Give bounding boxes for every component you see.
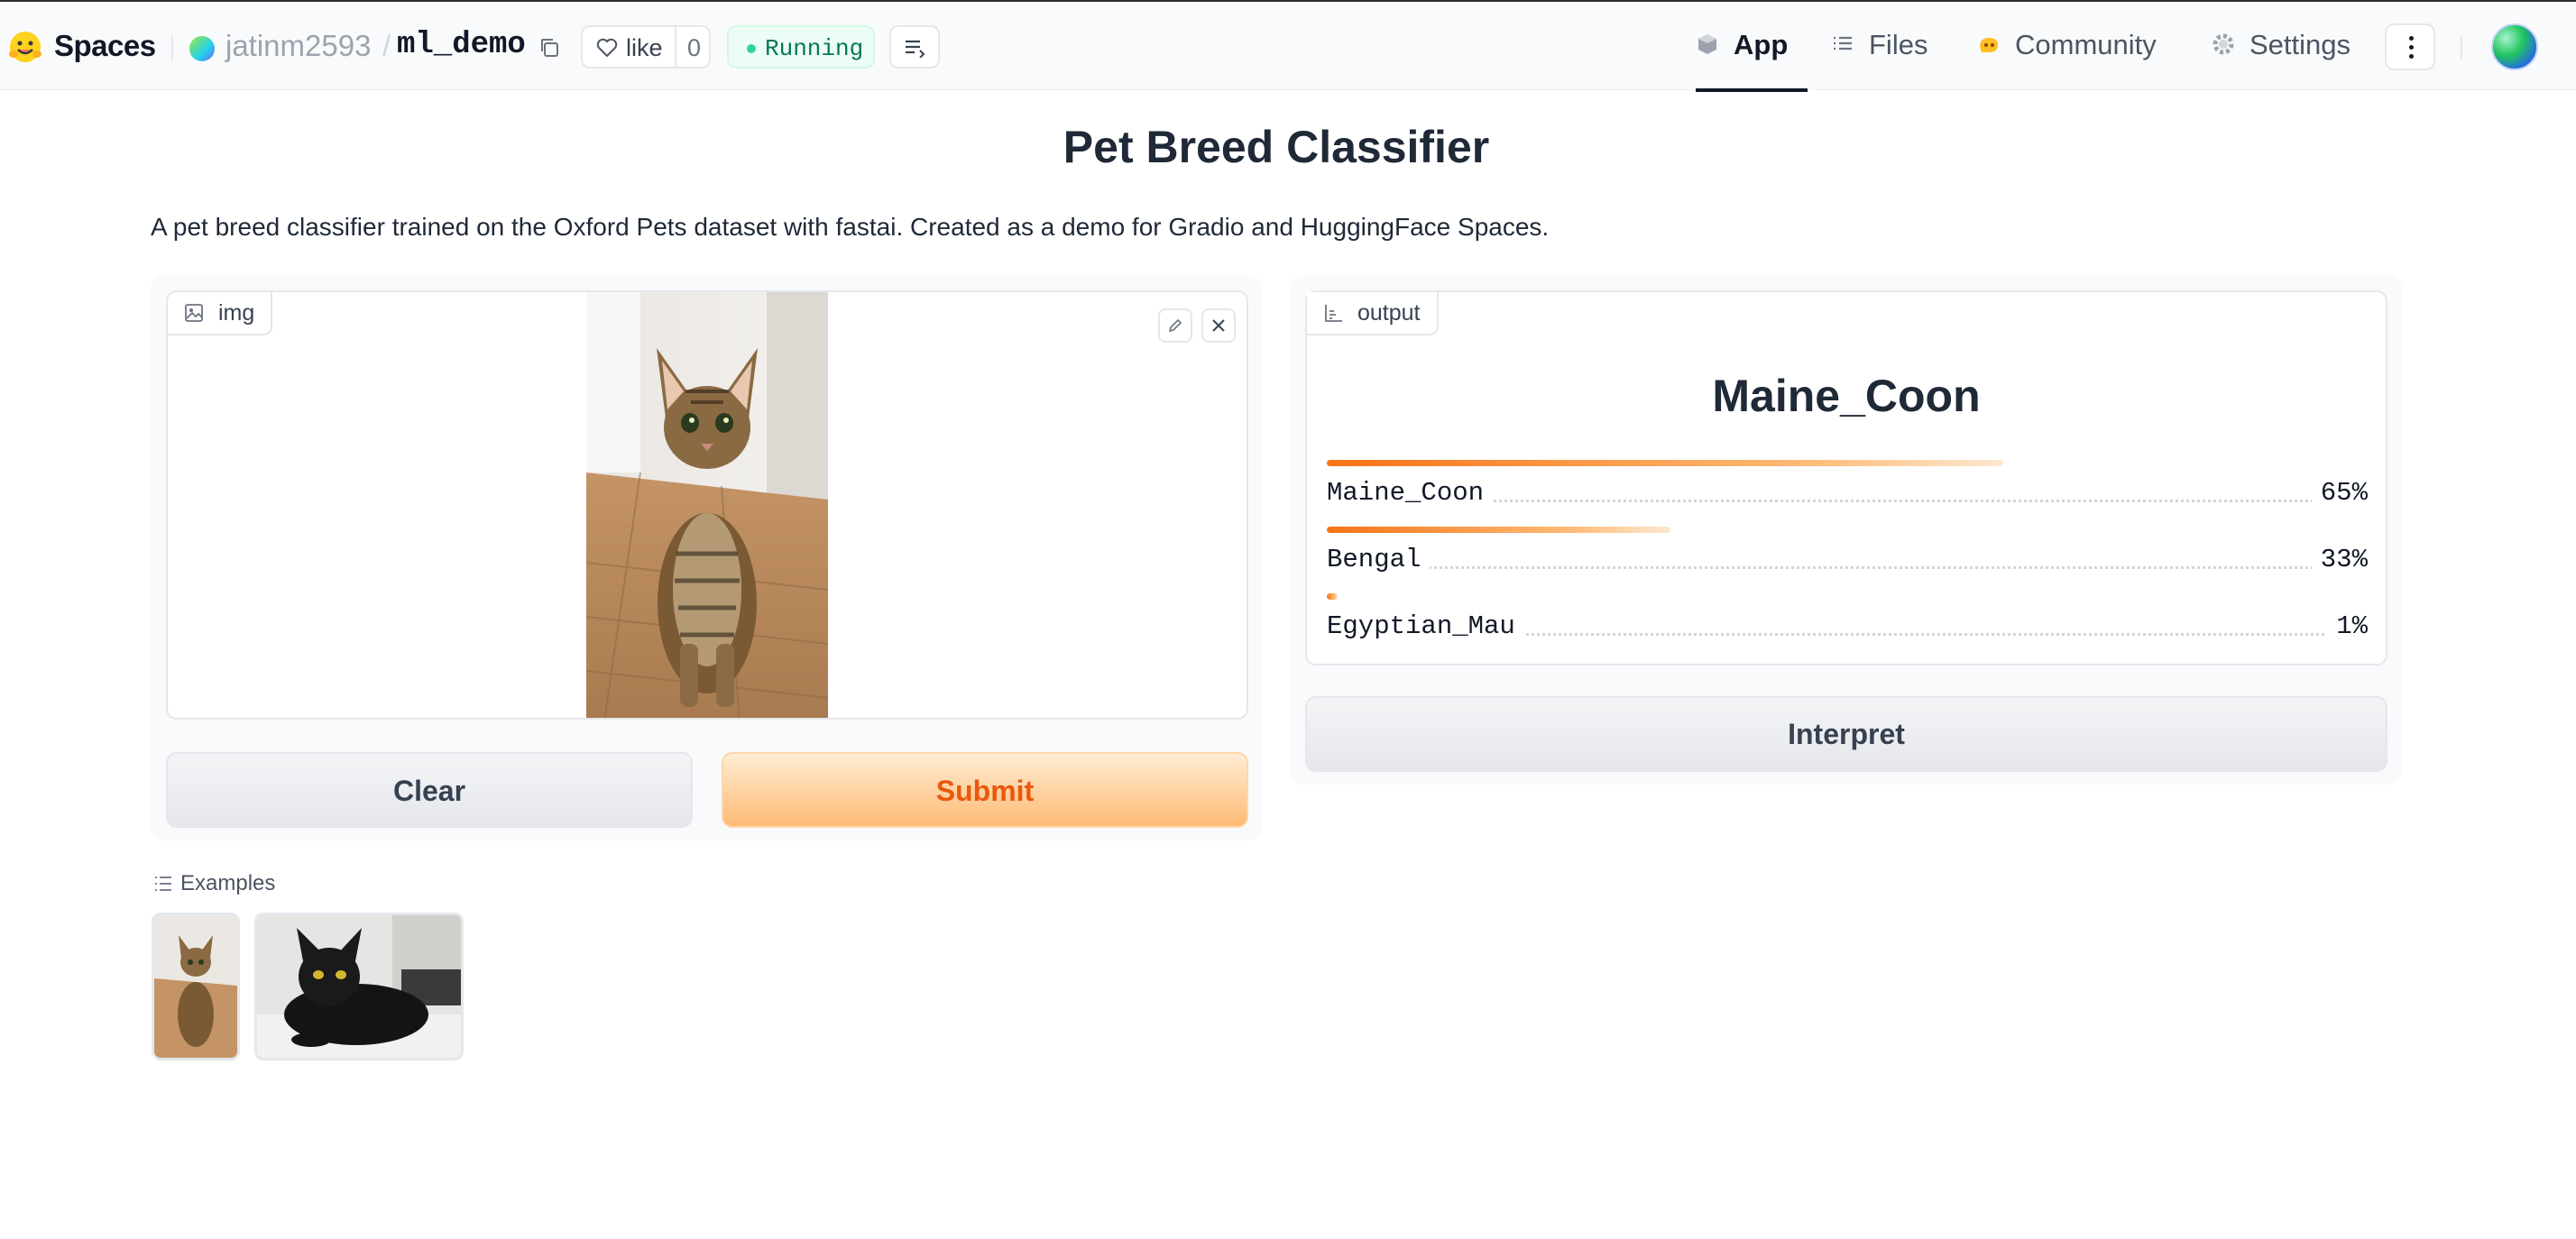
tab-files[interactable]: Files [1831, 22, 1948, 92]
class-name: Maine_Coon [1327, 478, 1494, 508]
status-text: Running [765, 35, 864, 62]
class-percent: 65% [2311, 478, 2368, 508]
image-icon [185, 304, 203, 322]
tab-settings[interactable]: Settings [2212, 22, 2365, 92]
logs-button[interactable] [889, 25, 940, 69]
class-percent: 33% [2311, 545, 2368, 574]
label-output: output Maine_Coon Maine_Coon 65% Bengal … [1305, 290, 2387, 665]
output-panel: output Maine_Coon Maine_Coon 65% Bengal … [1291, 276, 2402, 785]
page-description: A pet breed classifier trained on the Ox… [151, 213, 1550, 241]
class-name: Bengal [1327, 545, 1431, 574]
close-icon [1212, 319, 1225, 332]
confidence-bar [1327, 460, 2003, 466]
image-upload[interactable]: img [166, 290, 1248, 720]
clear-button[interactable]: Clear [166, 752, 693, 828]
remove-image-button[interactable] [1201, 308, 1236, 343]
output-label-badge: output [1307, 292, 1439, 335]
example-thumbnail[interactable] [254, 913, 464, 1060]
input-label: img [218, 300, 255, 326]
examples-label: Examples [180, 871, 276, 895]
like-count[interactable]: 0 [687, 34, 701, 62]
leader-dots [1327, 566, 2368, 569]
confidence-row[interactable]: Maine_Coon 65% [1327, 460, 2368, 510]
copy-icon[interactable] [538, 36, 561, 60]
spaces-brand-link[interactable]: Spaces [54, 29, 156, 63]
list-icon [155, 876, 171, 891]
owner-link[interactable]: jatinm2593 [225, 29, 371, 63]
like-label: like [626, 34, 663, 61]
huggingface-logo-icon[interactable] [7, 29, 43, 65]
like-divider [675, 27, 676, 67]
class-name: Egyptian_Mau [1327, 611, 1524, 641]
more-options-button[interactable] [2385, 23, 2435, 70]
tab-app[interactable]: App [1696, 22, 1808, 92]
tab-label: Community [2015, 29, 2157, 60]
heart-icon [596, 38, 618, 58]
path-separator: / [382, 29, 391, 62]
confidence-row[interactable]: Bengal 33% [1327, 527, 2368, 577]
pencil-icon [1168, 318, 1182, 333]
divider [2461, 36, 2462, 60]
list-icon [906, 40, 925, 58]
tab-community[interactable]: Community [1977, 22, 2176, 92]
example-cat-black-photo [257, 915, 461, 1058]
divider [171, 36, 173, 60]
owner-avatar[interactable] [189, 36, 215, 61]
chart-icon [1325, 305, 1342, 322]
confidence-row[interactable]: Egyptian_Mau 1% [1327, 593, 2368, 644]
tab-label: App [1734, 29, 1789, 60]
kebab-dot-icon [2409, 36, 2414, 41]
like-button[interactable]: like 0 [581, 25, 711, 69]
top-bar: Spaces jatinm2593 / ml_demo like 0 Runni… [0, 0, 2576, 92]
status-dot-icon [747, 44, 756, 53]
input-panel: img Clear Submit [151, 276, 1262, 840]
tab-label: Settings [2249, 29, 2351, 60]
example-thumbnail[interactable] [152, 913, 240, 1060]
interpret-button[interactable]: Interpret [1305, 696, 2387, 772]
page-title: Pet Breed Classifier [1063, 122, 1490, 172]
output-label: output [1357, 300, 1421, 326]
submit-button[interactable]: Submit [722, 752, 1248, 828]
cube-icon [1698, 34, 1716, 54]
example-cat-tabby-photo [154, 915, 237, 1058]
gear-icon [2213, 33, 2234, 55]
cat-photo [586, 292, 828, 718]
confidence-bar [1327, 593, 1338, 600]
confidence-bar [1327, 527, 1670, 533]
user-avatar[interactable] [2491, 23, 2538, 70]
repo-name-link[interactable]: ml_demo [397, 28, 526, 62]
kebab-dot-icon [2409, 45, 2414, 50]
kebab-dot-icon [2409, 54, 2414, 59]
predicted-label: Maine_Coon [1712, 371, 1981, 421]
tab-label: Files [1869, 29, 1928, 60]
class-percent: 1% [2327, 611, 2368, 641]
input-label-badge: img [168, 292, 273, 335]
edit-image-button[interactable] [1158, 308, 1192, 343]
community-icon [1980, 38, 1998, 52]
status-badge[interactable]: Running [727, 25, 875, 69]
files-icon [1834, 36, 1852, 50]
